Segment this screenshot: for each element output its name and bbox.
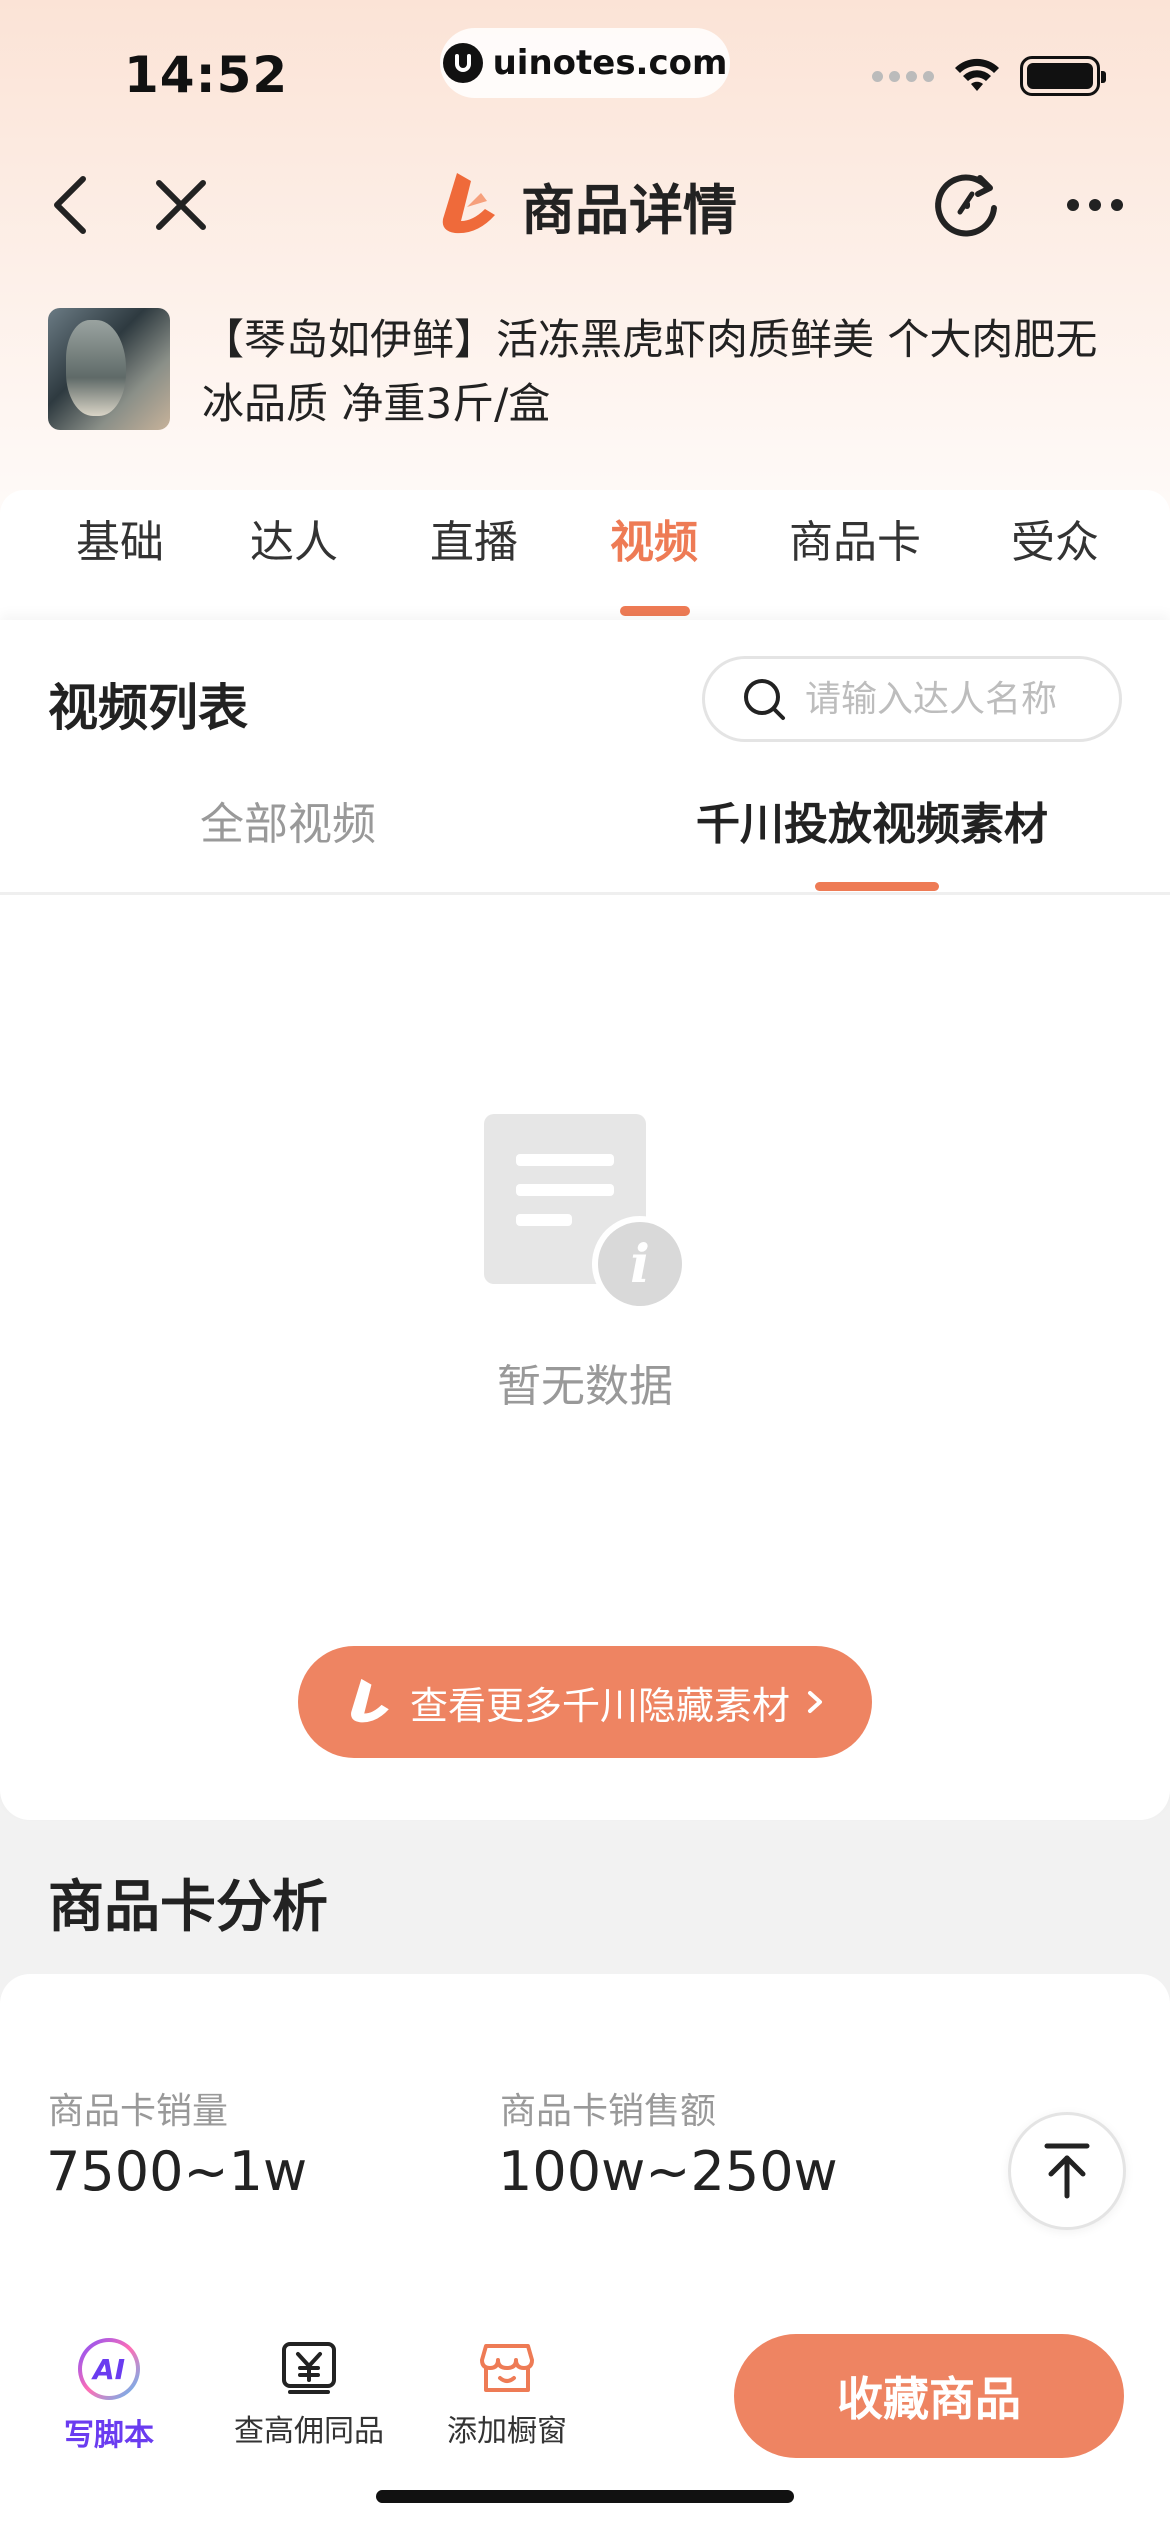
bb-label: 添加橱窗 (447, 2414, 567, 2449)
tab-influencer[interactable]: 达人 (244, 508, 344, 578)
url-pill[interactable]: uinotes.com (440, 28, 730, 98)
video-list-title: 视频列表 (48, 679, 248, 737)
stat-value: 100w~250w (498, 2140, 838, 2203)
battery-icon (1020, 56, 1106, 96)
stat-label: 商品卡销量 (48, 2091, 229, 2132)
site-logo-icon (442, 43, 483, 83)
url-text: uinotes.com (492, 43, 728, 83)
bb-label: 写脚本 (64, 2418, 154, 2453)
empty-data-icon: i (484, 1114, 688, 1312)
status-bar: 14:52 uinotes.com (0, 0, 1170, 130)
yen-icon (282, 2342, 336, 2394)
refresh-icon[interactable] (932, 170, 1002, 240)
empty-text: 暂无数据 (497, 1361, 673, 1412)
scroll-to-top-button[interactable] (1008, 2112, 1126, 2230)
stat-label: 商品卡销售额 (500, 2091, 717, 2132)
search-input[interactable] (805, 678, 1105, 720)
nav-bar: 商品详情 (0, 150, 1170, 260)
ai-icon: AI (78, 2338, 140, 2400)
tab-live[interactable]: 直播 (424, 508, 524, 578)
cta-label: 查看更多千川隐藏素材 (409, 1683, 790, 1728)
tab-active-indicator (620, 606, 690, 616)
subtab-all-videos[interactable]: 全部视频 (200, 790, 376, 860)
search-box[interactable] (702, 656, 1122, 742)
wifi-icon (955, 58, 999, 91)
video-list-card: 视频列表 全部视频 千川投放视频素材 i 暂无数据 查看更多千川隐藏素材 (0, 620, 1170, 1820)
search-icon (744, 679, 785, 720)
analysis-title: 商品卡分析 (48, 1875, 328, 1940)
tab-audience[interactable]: 受众 (1000, 508, 1110, 578)
status-icons (872, 56, 1106, 96)
tab-basic[interactable]: 基础 (70, 508, 170, 578)
product-title: 【琴岛如伊鲜】活冻黑虎虾肉质鲜美 个大肉肥无冰品质 净重3斤/盒 (202, 315, 1098, 428)
write-script-button[interactable]: AI 写脚本 (24, 2338, 194, 2454)
home-indicator (376, 2490, 794, 2503)
subtab-active-indicator (815, 882, 939, 891)
divider (0, 892, 1170, 895)
subtab-qianchuan-videos[interactable]: 千川投放视频素材 (696, 790, 1048, 860)
store-icon (480, 2344, 534, 2392)
stat-value: 7500~1w (46, 2140, 308, 2203)
nav-title-text: 商品详情 (521, 178, 737, 242)
brand-logo-icon (351, 1678, 389, 1723)
chevron-right-icon (808, 1691, 822, 1713)
arrow-up-icon (1044, 2143, 1090, 2199)
add-to-showcase-button[interactable]: 添加橱窗 (422, 2338, 592, 2450)
bb-label: 查高佣同品 (234, 2414, 384, 2449)
more-icon[interactable] (1060, 170, 1130, 240)
brand-logo-icon (442, 173, 495, 234)
product-header: 【琴岛如伊鲜】活冻黑虎虾肉质鲜美 个大肉肥无冰品质 净重3斤/盒 (48, 308, 1128, 438)
svg-text:i: i (630, 1234, 650, 1295)
detail-tabs: 基础 达人 直播 视频 商品卡 受众 (0, 490, 1170, 620)
collect-product-button[interactable]: 收藏商品 (734, 2334, 1124, 2458)
tab-product-card[interactable]: 商品卡 (780, 508, 930, 578)
status-time: 14:52 (124, 46, 289, 104)
more-qianchuan-button[interactable]: 查看更多千川隐藏素材 (298, 1646, 872, 1758)
product-thumbnail[interactable] (48, 308, 170, 430)
signal-icon (872, 70, 934, 82)
tab-video[interactable]: 视频 (604, 508, 704, 578)
find-high-commission-button[interactable]: 查高佣同品 (224, 2338, 394, 2450)
